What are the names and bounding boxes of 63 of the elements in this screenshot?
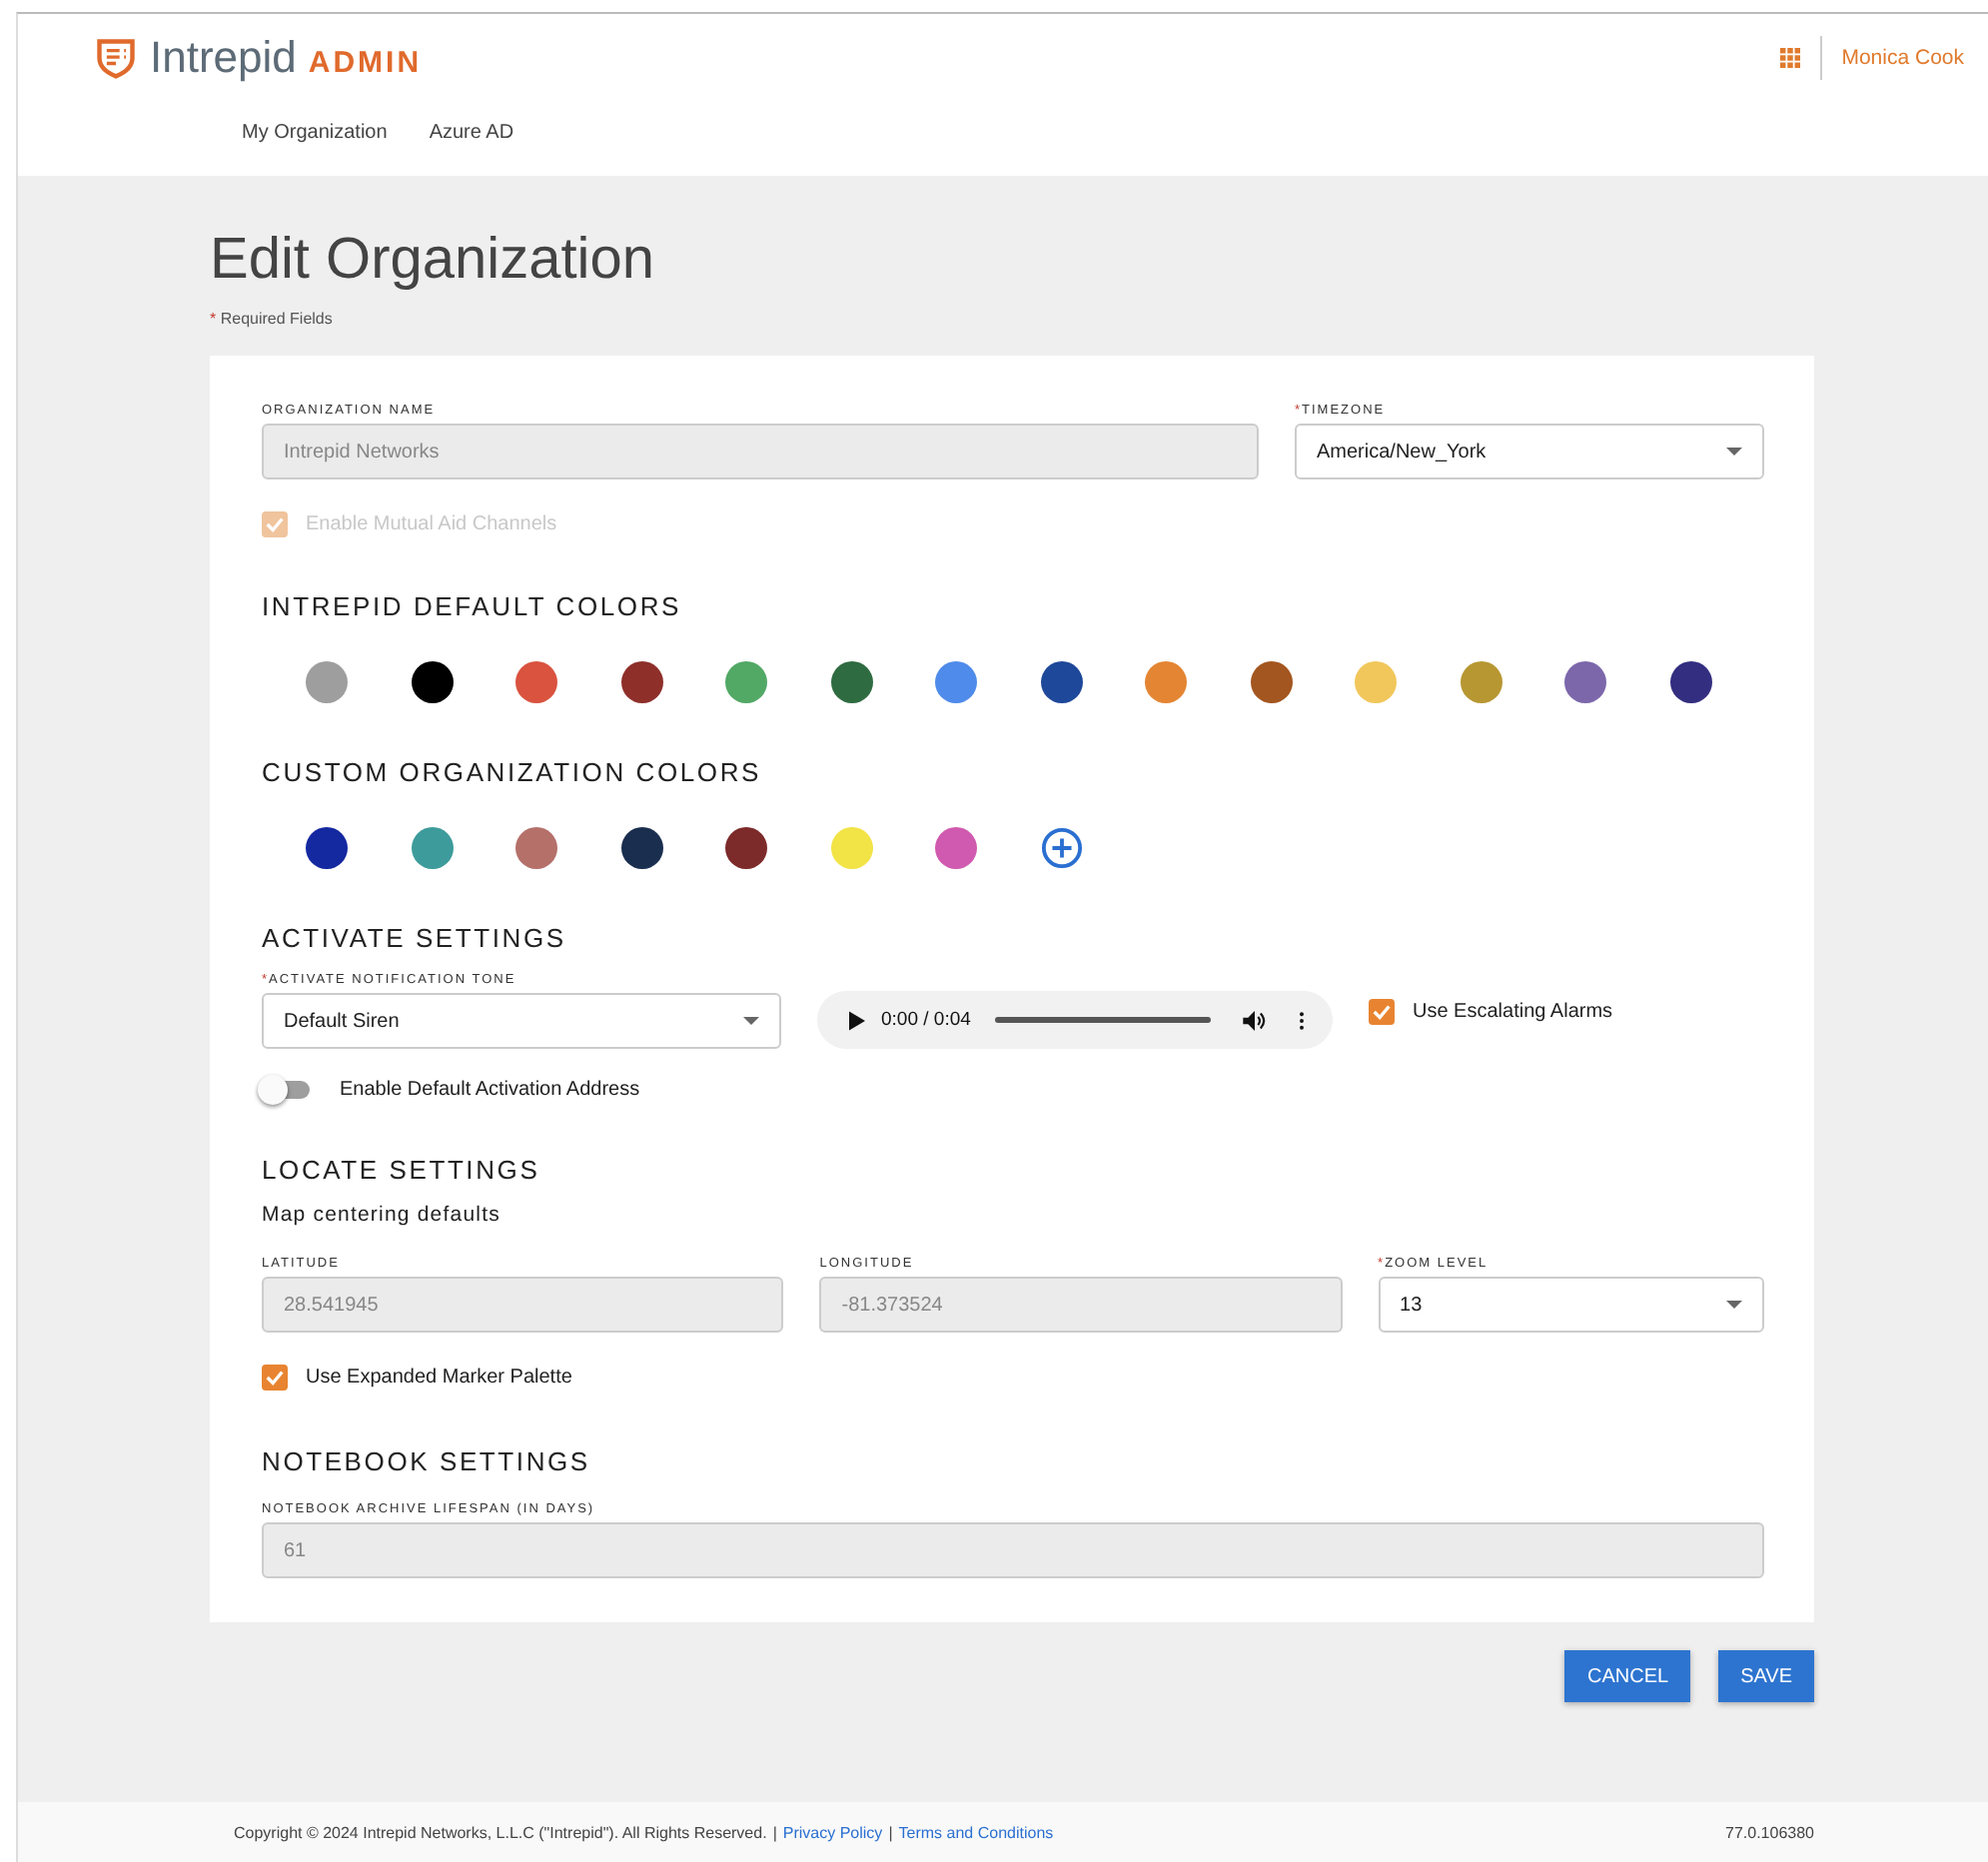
- add-color-icon[interactable]: [1040, 827, 1082, 869]
- caret-icon: [1726, 448, 1742, 456]
- color-swatch[interactable]: [620, 827, 662, 869]
- product-name: ADMIN: [308, 45, 423, 79]
- section-title: INTREPID DEFAULT COLORS: [262, 591, 684, 621]
- color-swatch[interactable]: [306, 661, 348, 703]
- color-swatch[interactable]: [1145, 661, 1187, 703]
- select-field[interactable]: Default Siren: [262, 993, 781, 1049]
- volume-icon[interactable]: [1243, 1010, 1267, 1030]
- toggle-label: Enable Default Activation Address: [340, 1079, 640, 1101]
- color-swatch[interactable]: [1669, 661, 1711, 703]
- caret-icon: [1725, 1301, 1742, 1309]
- nav-link[interactable]: Azure AD: [429, 122, 514, 144]
- save-button[interactable]: SAVE: [1718, 1650, 1814, 1702]
- separator: |: [888, 1823, 893, 1841]
- color-swatch[interactable]: [1564, 661, 1606, 703]
- select-field[interactable]: 13: [1378, 1277, 1764, 1333]
- select-field[interactable]: America/New_York: [1295, 424, 1764, 479]
- section-title: NOTEBOOK SETTINGS: [262, 1446, 592, 1476]
- shield-logo-icon: [94, 36, 138, 80]
- version-text: 77.0.106380: [1725, 1823, 1814, 1841]
- cancel-button[interactable]: CANCEL: [1564, 1650, 1691, 1702]
- color-swatch[interactable]: [411, 827, 453, 869]
- section-title: CUSTOM ORGANIZATION COLORS: [262, 757, 764, 787]
- more-icon[interactable]: [1299, 1010, 1305, 1030]
- color-swatch[interactable]: [830, 827, 872, 869]
- footer-link[interactable]: Terms and Conditions: [898, 1823, 1054, 1841]
- color-swatch[interactable]: [1250, 661, 1292, 703]
- play-icon[interactable]: [849, 1010, 865, 1030]
- color-swatch[interactable]: [935, 827, 977, 869]
- apps-grid-icon[interactable]: [1779, 48, 1800, 68]
- color-swatch[interactable]: [830, 661, 872, 703]
- copyright-text: Copyright © 2024 Intrepid Networks, L.L.C ("Intrepid"). All Rights Reserved.: [234, 1823, 767, 1841]
- color-swatch[interactable]: [515, 827, 557, 869]
- section-title: ACTIVATE SETTINGS: [262, 923, 568, 953]
- color-swatch[interactable]: [411, 661, 453, 703]
- color-swatch[interactable]: [1460, 661, 1501, 703]
- section-subtitle: Map centering defaults: [262, 1203, 502, 1227]
- color-swatch[interactable]: [1355, 661, 1397, 703]
- color-swatch[interactable]: [620, 661, 662, 703]
- color-swatch[interactable]: [306, 827, 348, 869]
- color-swatch[interactable]: [935, 661, 977, 703]
- brand-name: Intrepid: [150, 32, 297, 84]
- checkbox[interactable]: [1369, 998, 1395, 1024]
- audio-player[interactable]: 0:00 / 0:04: [817, 991, 1333, 1049]
- checkbox-label: Use Escalating Alarms: [1413, 1000, 1613, 1022]
- audio-time: 0:00 / 0:04: [881, 1009, 971, 1031]
- checkbox-label: Use Expanded Marker Palette: [306, 1367, 572, 1389]
- color-swatch[interactable]: [725, 827, 767, 869]
- audio-progress-track[interactable]: [994, 1017, 1211, 1023]
- color-swatch[interactable]: [1040, 661, 1082, 703]
- page-title: Edit Organization: [210, 228, 656, 294]
- checkbox[interactable]: [262, 1365, 288, 1391]
- nav-link[interactable]: My Organization: [242, 122, 388, 144]
- required-note: * Required Fields: [210, 310, 335, 328]
- footer-link[interactable]: Privacy Policy: [782, 1823, 883, 1841]
- section-title: LOCATE SETTINGS: [262, 1155, 542, 1185]
- separator: |: [772, 1823, 777, 1841]
- color-swatch[interactable]: [515, 661, 557, 703]
- user-link[interactable]: Monica Cook: [1841, 46, 1964, 70]
- toggle-switch[interactable]: [262, 1081, 310, 1099]
- caret-icon: [743, 1017, 759, 1025]
- color-swatch[interactable]: [725, 661, 767, 703]
